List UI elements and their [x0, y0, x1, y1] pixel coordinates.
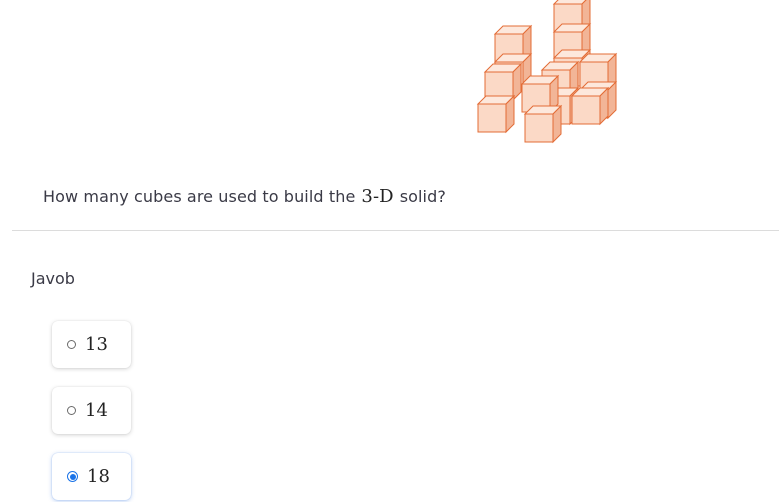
cube-stack-figure [470, 0, 630, 150]
divider [12, 230, 779, 231]
radio-icon[interactable] [67, 340, 76, 349]
option-14[interactable]: 14 [52, 387, 131, 434]
option-label: 18 [87, 466, 110, 487]
question-prefix: How many cubes are used to build the [43, 187, 356, 206]
option-label: 14 [85, 400, 108, 421]
option-13[interactable]: 13 [52, 321, 131, 368]
cube [523, 104, 563, 144]
cube-stack-svg [476, 0, 618, 144]
cube-front-face [571, 95, 601, 125]
radio-icon[interactable] [67, 406, 76, 415]
cube [483, 62, 523, 102]
cube [476, 94, 516, 134]
radio-checked-icon[interactable] [67, 471, 78, 482]
cube [570, 86, 610, 126]
answer-label: Javob [31, 269, 75, 288]
option-label: 13 [85, 334, 108, 355]
question-suffix: solid? [399, 187, 446, 206]
option-18[interactable]: 18 [52, 453, 131, 500]
page: How many cubes are used to build the 3-D s… [0, 0, 779, 502]
cube-front-face [477, 103, 507, 133]
question-text: How many cubes are used to build the 3-D s… [43, 186, 446, 207]
cube-front-face [524, 113, 554, 143]
question-math: 3-D [361, 186, 394, 207]
